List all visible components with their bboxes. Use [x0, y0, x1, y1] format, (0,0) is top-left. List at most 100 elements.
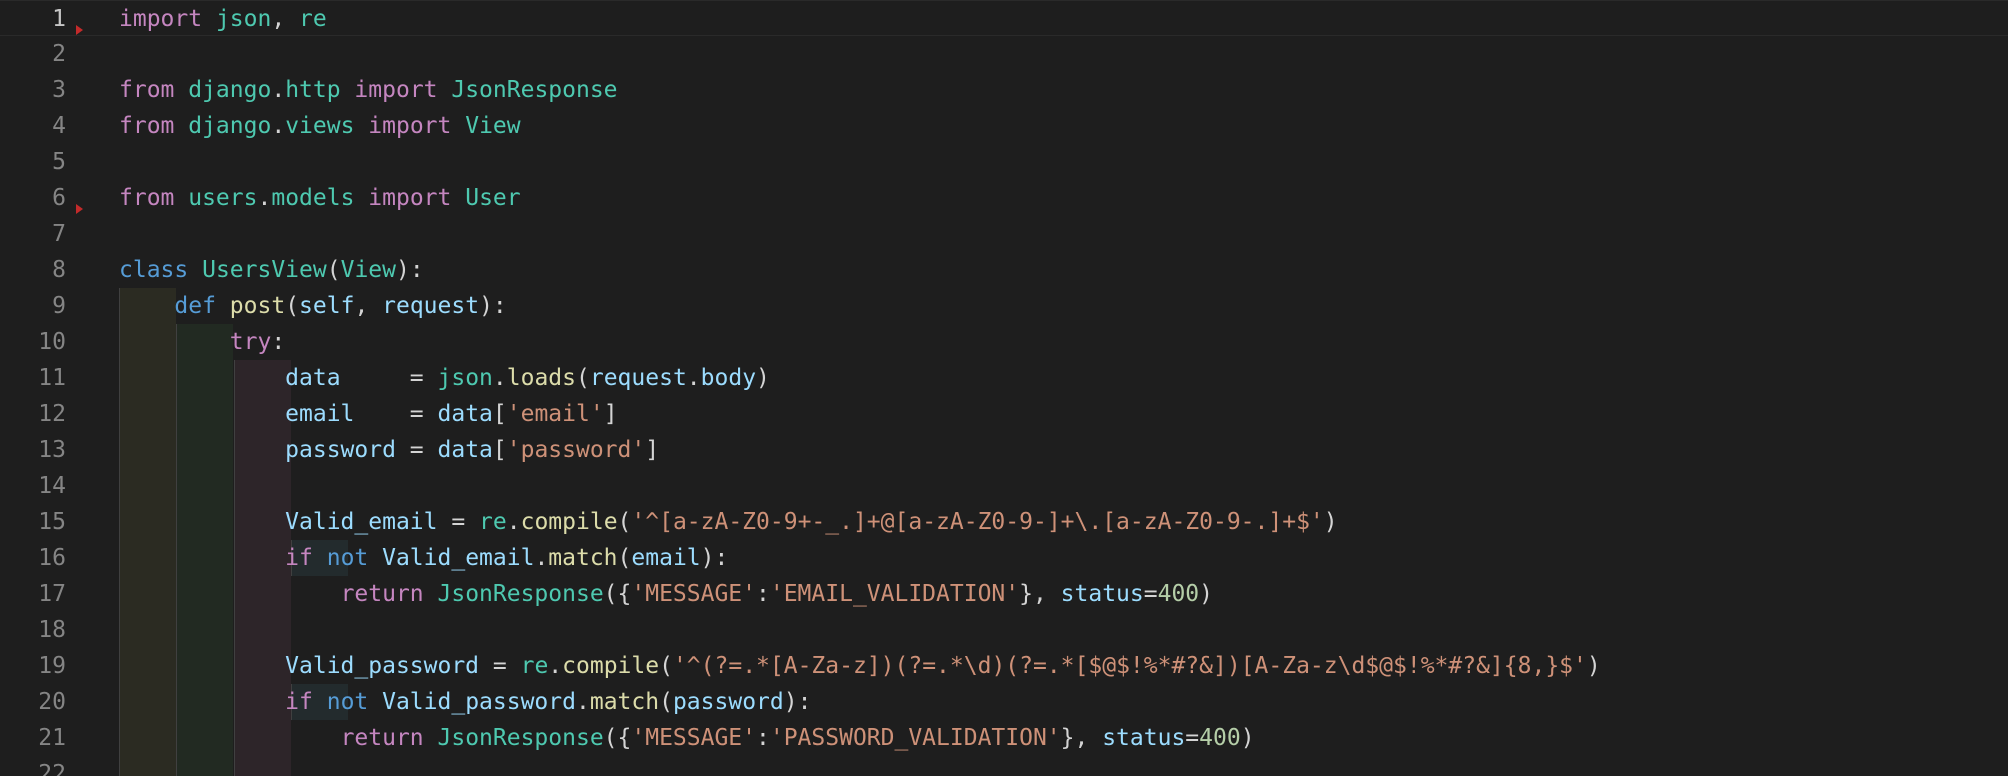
code-token: },: [1060, 725, 1103, 751]
line-number: 1: [52, 6, 66, 32]
code-line[interactable]: 6 from users.models import User: [0, 180, 2008, 216]
line-number: 13: [38, 437, 66, 463]
code-token: ,: [271, 6, 300, 32]
indent-guide-line: [176, 612, 178, 648]
code-line[interactable]: 21 return JsonResponse({'MESSAGE':'PASSW…: [0, 720, 2008, 756]
code-editor[interactable]: 1 import json, re 2 3 from django.http impor…: [0, 0, 2008, 776]
code-token: if: [285, 545, 313, 571]
code-line[interactable]: 18: [0, 612, 2008, 648]
code-token: =: [395, 437, 438, 463]
code-token: re: [299, 6, 327, 32]
code-line[interactable]: 11 data = json.loads(request.body): [0, 360, 2008, 396]
code-token: .: [506, 509, 521, 535]
code-token: data: [285, 365, 341, 391]
code-token: loads: [506, 365, 576, 391]
code-line[interactable]: 9 def post(self, request):: [0, 288, 2008, 324]
code-token: (: [617, 509, 632, 535]
code-text[interactable]: from django.views import View: [119, 108, 521, 144]
line-number: 3: [52, 77, 66, 103]
code-text[interactable]: from django.http import JsonResponse: [119, 72, 618, 108]
code-line[interactable]: 4 from django.views import View: [0, 108, 2008, 144]
code-token: (: [659, 689, 673, 715]
code-line[interactable]: 17 return JsonResponse({'MESSAGE':'EMAIL…: [0, 576, 2008, 612]
code-line[interactable]: 7: [0, 216, 2008, 252]
code-token: :: [756, 725, 770, 751]
code-token: ):: [395, 257, 424, 283]
code-text[interactable]: if not Valid_password.match(password):: [119, 684, 811, 720]
code-token: (: [659, 653, 673, 679]
code-line[interactable]: 5: [0, 144, 2008, 180]
code-token: if: [285, 689, 313, 715]
indent-guide-line: [233, 612, 235, 648]
code-line[interactable]: 14: [0, 468, 2008, 504]
code-token: request: [382, 293, 480, 319]
code-line[interactable]: 1 import json, re: [0, 0, 2008, 36]
code-text[interactable]: Valid_email = re.compile('^[a-zA-Z0-9+-_…: [119, 504, 1338, 540]
code-token: 'EMAIL_VALIDATION': [769, 581, 1020, 607]
code-text[interactable]: return JsonResponse({'MESSAGE':'PASSWORD…: [119, 720, 1255, 756]
code-line[interactable]: 12 email = data['email']: [0, 396, 2008, 432]
code-token: ): [1199, 581, 1214, 607]
indent-guide-line: [233, 468, 235, 504]
code-token: UsersView: [188, 257, 327, 283]
code-token: body: [700, 365, 757, 391]
code-token: ):: [700, 545, 729, 571]
code-token: .: [686, 365, 701, 391]
code-token: not: [312, 689, 369, 715]
code-token: compile: [562, 653, 660, 679]
diff-marker-icon[interactable]: [76, 25, 83, 35]
code-token: User: [451, 185, 521, 211]
line-number: 6: [52, 185, 66, 211]
code-text[interactable]: from users.models import User: [119, 180, 521, 216]
line-number: 4: [52, 113, 66, 139]
code-token: from: [119, 113, 175, 139]
code-token: =: [479, 653, 521, 679]
code-token: [: [492, 437, 507, 463]
code-token: ): [1240, 725, 1255, 751]
code-token: Valid_email: [368, 545, 535, 571]
code-token: JsonResponse: [423, 725, 604, 751]
code-text[interactable]: try:: [119, 324, 285, 360]
code-text[interactable]: data = json.loads(request.body): [119, 360, 770, 396]
code-token: ): [1323, 509, 1338, 535]
code-token: ): [1586, 653, 1601, 679]
code-text[interactable]: email = data['email']: [119, 396, 617, 432]
line-number: 10: [38, 329, 66, 355]
code-text[interactable]: return JsonResponse({'MESSAGE':'EMAIL_VA…: [119, 576, 1213, 612]
code-text[interactable]: import json, re: [119, 1, 327, 37]
code-token: request: [589, 365, 687, 391]
code-line[interactable]: 3 from django.http import JsonResponse: [0, 72, 2008, 108]
code-text[interactable]: class UsersView(View):: [119, 252, 424, 288]
code-line[interactable]: 19 Valid_password = re.compile('^(?=.*[A…: [0, 648, 2008, 684]
code-text[interactable]: def post(self, request):: [119, 288, 506, 324]
code-token: import: [354, 113, 452, 139]
code-text[interactable]: if not Valid_email.match(email):: [119, 540, 728, 576]
code-text[interactable]: password = data['password']: [119, 432, 659, 468]
indent-guide-line: [176, 756, 178, 776]
code-line[interactable]: 8 class UsersView(View):: [0, 252, 2008, 288]
code-token: View: [451, 113, 521, 139]
indent-guide: [176, 612, 234, 648]
code-token: =: [1143, 581, 1158, 607]
code-line[interactable]: 16 if not Valid_email.match(email):: [0, 540, 2008, 576]
line-number: 16: [38, 545, 66, 571]
code-token: .: [257, 185, 272, 211]
indent-guide: [119, 468, 176, 504]
code-line[interactable]: 10 try:: [0, 324, 2008, 360]
code-token: Valid_password: [368, 689, 576, 715]
code-line[interactable]: 13 password = data['password']: [0, 432, 2008, 468]
code-line[interactable]: 15 Valid_email = re.compile('^[a-zA-Z0-9…: [0, 504, 2008, 540]
code-line[interactable]: 22: [0, 756, 2008, 776]
line-number: 9: [52, 293, 66, 319]
code-text[interactable]: Valid_password = re.compile('^(?=.*[A-Za…: [119, 648, 1601, 684]
indent-guide: [233, 612, 291, 648]
code-line[interactable]: 20 if not Valid_password.match(password)…: [0, 684, 2008, 720]
code-line[interactable]: 2: [0, 36, 2008, 72]
indent-guide: [119, 756, 176, 776]
diff-marker-icon[interactable]: [76, 204, 83, 214]
